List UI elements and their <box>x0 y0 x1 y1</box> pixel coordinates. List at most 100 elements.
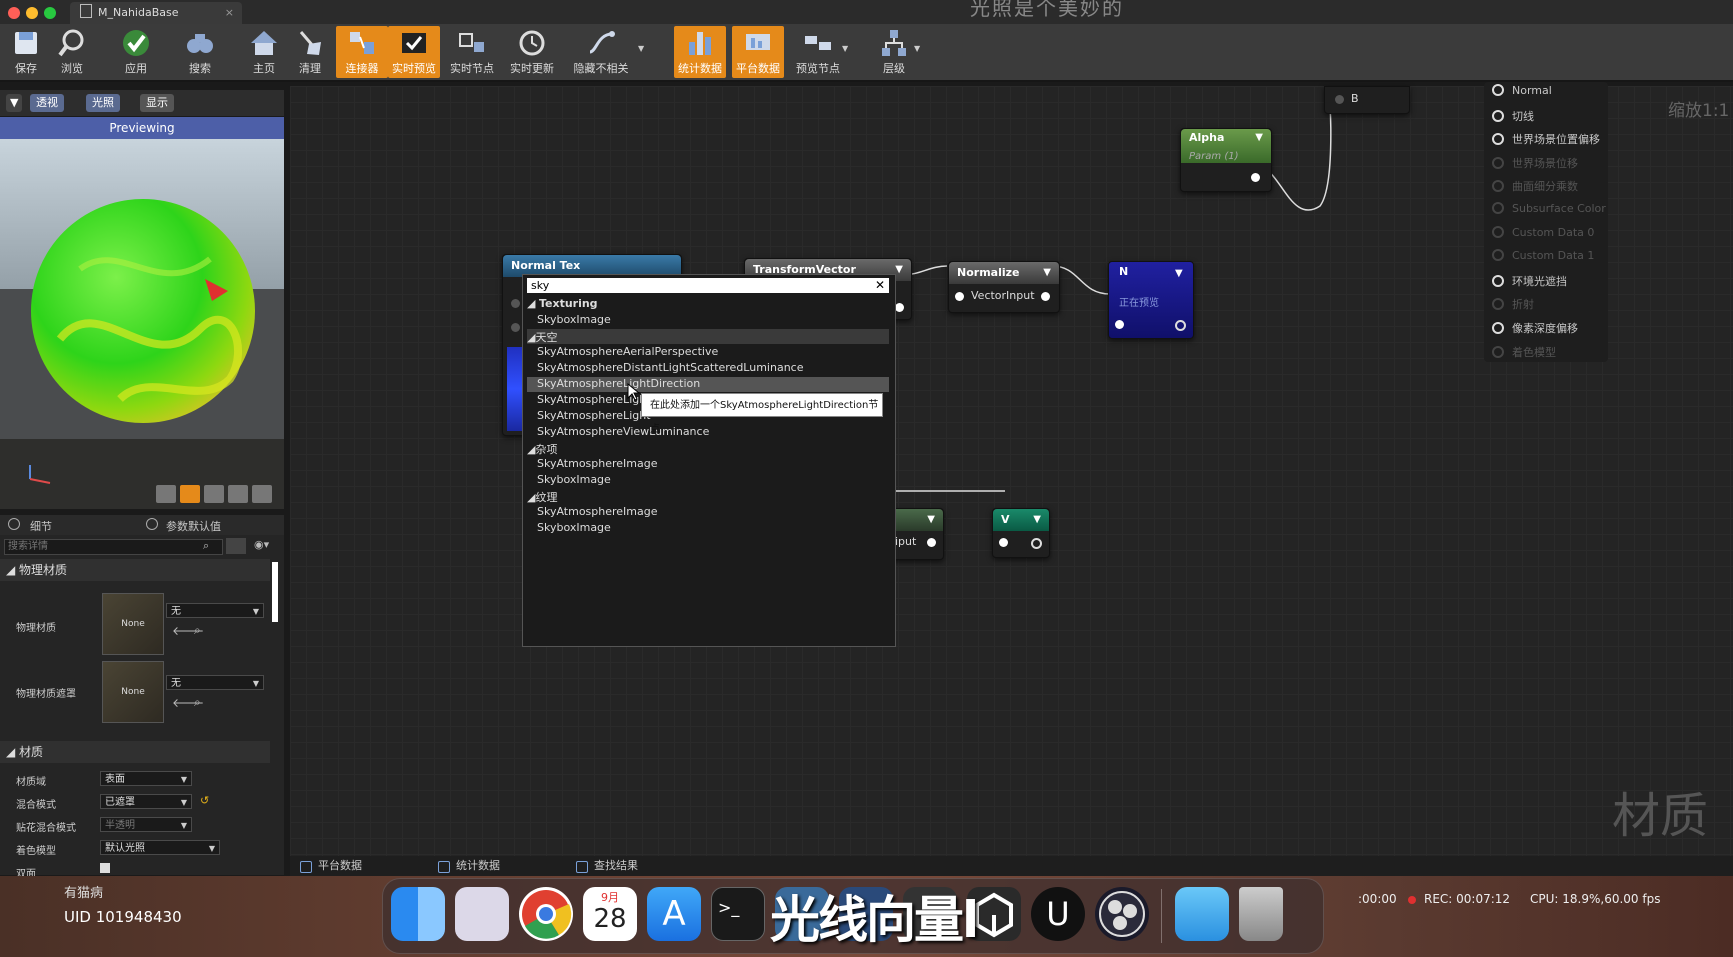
category-texturing[interactable]: ◢ Texturing <box>527 297 598 310</box>
category-texture[interactable]: ◢纹理 <box>527 489 557 505</box>
pin-b[interactable] <box>1335 95 1344 104</box>
result-item[interactable]: SkyAtmosphereViewLuminance <box>537 425 709 438</box>
hierarchy-button[interactable]: 层级 <box>868 26 920 78</box>
physical-material-section[interactable]: ◢ 物理材质 <box>0 559 270 581</box>
reset-arrow-icon[interactable]: ↺ <box>200 794 209 807</box>
browse-button[interactable]: 浏览 <box>46 26 98 78</box>
output-pin[interactable]: Custom Data 1 <box>1492 249 1594 262</box>
downloads-folder-icon[interactable] <box>1175 887 1229 941</box>
node-v-reroute[interactable]: V ▼ <box>992 508 1050 558</box>
eye-icon[interactable]: ◉▾ <box>254 538 269 551</box>
unreal-engine-icon[interactable]: U <box>1031 887 1085 941</box>
category-sky[interactable]: ◢天空 <box>527 329 557 345</box>
show-button[interactable]: 显示 <box>140 94 174 112</box>
sphere-icon[interactable] <box>180 485 200 503</box>
live-nodes-button[interactable]: 实时节点 <box>446 26 498 78</box>
live-preview-button[interactable]: 实时预览 <box>388 26 440 78</box>
decal-blend-dropdown[interactable]: 半透明 <box>100 817 192 833</box>
collapse-icon[interactable]: ▼ <box>1175 268 1183 279</box>
result-item[interactable]: SkyboxImage <box>537 313 611 326</box>
result-item[interactable]: SkyboxImage <box>537 521 611 534</box>
node-b-fragment[interactable]: B <box>1324 86 1410 114</box>
hide-unrelated-dropdown-icon[interactable]: ▼ <box>638 44 644 53</box>
stats-button[interactable]: 统计数据 <box>674 26 726 78</box>
mesh-icon[interactable] <box>252 485 272 503</box>
plane-icon[interactable] <box>204 485 224 503</box>
viewport-menu-button[interactable]: ▼ <box>6 94 23 112</box>
hierarchy-dropdown-icon[interactable]: ▼ <box>914 44 920 53</box>
obs-icon[interactable] <box>1095 887 1149 941</box>
collapse-icon[interactable]: ▼ <box>1033 509 1041 531</box>
close-window-button[interactable] <box>8 7 20 19</box>
result-item[interactable]: SkyboxImage <box>537 473 611 486</box>
preview-node-button[interactable]: 预览节点 <box>790 26 846 78</box>
preview-node-dropdown-icon[interactable]: ▼ <box>842 44 848 53</box>
hide-unrelated-button[interactable]: 隐藏不相关 <box>570 26 632 78</box>
result-item[interactable]: SkyAtmosphereAerialPerspective <box>537 345 718 358</box>
output-pin[interactable]: Subsurface Color <box>1492 202 1606 215</box>
material-domain-dropdown[interactable]: 表面 <box>100 771 192 787</box>
result-item[interactable]: SkyAtmosphereImage <box>537 505 658 518</box>
two-sided-checkbox[interactable] <box>100 863 110 873</box>
pin-vector-input[interactable] <box>955 292 964 301</box>
terminal-icon[interactable]: >_ <box>711 887 765 941</box>
output-pin[interactable]: 环境光遮挡 <box>1492 273 1567 289</box>
minimize-window-button[interactable] <box>26 7 38 19</box>
perspective-button[interactable]: 透视 <box>30 94 64 112</box>
tab-param-defaults[interactable]: 参数默认值 <box>166 518 221 534</box>
shading-model-dropdown[interactable]: 默认光照 <box>100 840 220 856</box>
tab-find-results[interactable]: 查找结果 <box>572 858 638 874</box>
browse-magnifier-icon[interactable]: ⌕ <box>194 623 201 638</box>
asset-tab[interactable]: M_NahidaBase × <box>70 2 242 24</box>
save-button[interactable]: 保存 <box>0 26 52 78</box>
node-normalize[interactable]: Normalize ▼ VectorInput <box>948 261 1060 313</box>
phys-mat-dropdown[interactable]: 无 <box>166 603 264 619</box>
output-pin[interactable]: 着色模型 <box>1492 344 1556 360</box>
apply-button[interactable]: 应用 <box>110 26 162 78</box>
material-output-node[interactable]: Normal 切线 世界场景位置偏移 世界场景位移 曲面细分乘数 Subsurface C… <box>1484 82 1608 362</box>
output-pin[interactable]: 曲面细分乘数 <box>1492 178 1578 194</box>
node-n-reroute[interactable]: N ▼ 正在预览 <box>1108 261 1194 339</box>
node-search-input[interactable]: sky ✕ <box>527 278 889 293</box>
tab-stats[interactable]: 统计数据 <box>434 858 500 874</box>
chrome-icon[interactable] <box>519 887 573 941</box>
result-item-selected[interactable]: SkyAtmosphereLightDirection <box>537 377 700 390</box>
result-item[interactable]: SkyAtmosphereDistantLightScatteredLumina… <box>537 361 803 374</box>
collapse-icon[interactable]: ▼ <box>1255 129 1263 147</box>
home-button[interactable]: 主页 <box>238 26 290 78</box>
pin-alpha-out[interactable] <box>1251 173 1260 182</box>
close-tab-icon[interactable]: × <box>225 2 234 24</box>
cylinder-icon[interactable] <box>156 485 176 503</box>
output-pin[interactable]: 世界场景位置偏移 <box>1492 131 1600 147</box>
live-update-button[interactable]: 实时更新 <box>506 26 558 78</box>
result-item[interactable]: SkyAtmosphereLight <box>537 409 651 422</box>
node-search-popup[interactable]: sky ✕ ◢ Texturing SkyboxImage ◢天空 SkyAtm… <box>522 274 896 647</box>
blend-mode-dropdown[interactable]: 已遮罩 <box>100 794 192 810</box>
finder-icon[interactable] <box>391 887 445 941</box>
result-item[interactable]: SkyAtmosphereImage <box>537 457 658 470</box>
platform-stats-button[interactable]: 平台数据 <box>732 26 784 78</box>
collapse-icon[interactable]: ▼ <box>1043 262 1051 284</box>
material-preview-viewport[interactable] <box>0 139 284 509</box>
lit-button[interactable]: 光照 <box>86 94 120 112</box>
details-search-input[interactable]: 搜索详情 <box>4 539 223 555</box>
maximize-window-button[interactable] <box>44 7 56 19</box>
output-pin[interactable]: 切线 <box>1492 108 1534 124</box>
pin-tex[interactable] <box>511 323 520 332</box>
collapse-icon[interactable]: ▼ <box>895 259 903 281</box>
clear-search-icon[interactable]: ✕ <box>875 278 885 293</box>
output-pin[interactable]: 世界场景位移 <box>1492 155 1578 171</box>
details-scrollbar[interactable] <box>272 562 278 622</box>
trash-icon[interactable] <box>1239 887 1283 941</box>
category-misc[interactable]: ◢杂项 <box>527 441 557 457</box>
launchpad-icon[interactable] <box>455 887 509 941</box>
tab-details[interactable]: 细节 <box>30 518 52 534</box>
material-section[interactable]: ◢ 材质 <box>0 741 270 763</box>
output-pin[interactable]: Custom Data 0 <box>1492 225 1594 239</box>
collapse-icon[interactable]: ▼ <box>927 509 935 531</box>
search-button[interactable]: 搜索 <box>174 26 226 78</box>
pin-n-out[interactable] <box>1175 320 1186 331</box>
pin-v-in[interactable] <box>999 538 1008 547</box>
pin-hidden-out[interactable] <box>927 538 936 547</box>
output-pin[interactable]: 像素深度偏移 <box>1492 320 1578 336</box>
